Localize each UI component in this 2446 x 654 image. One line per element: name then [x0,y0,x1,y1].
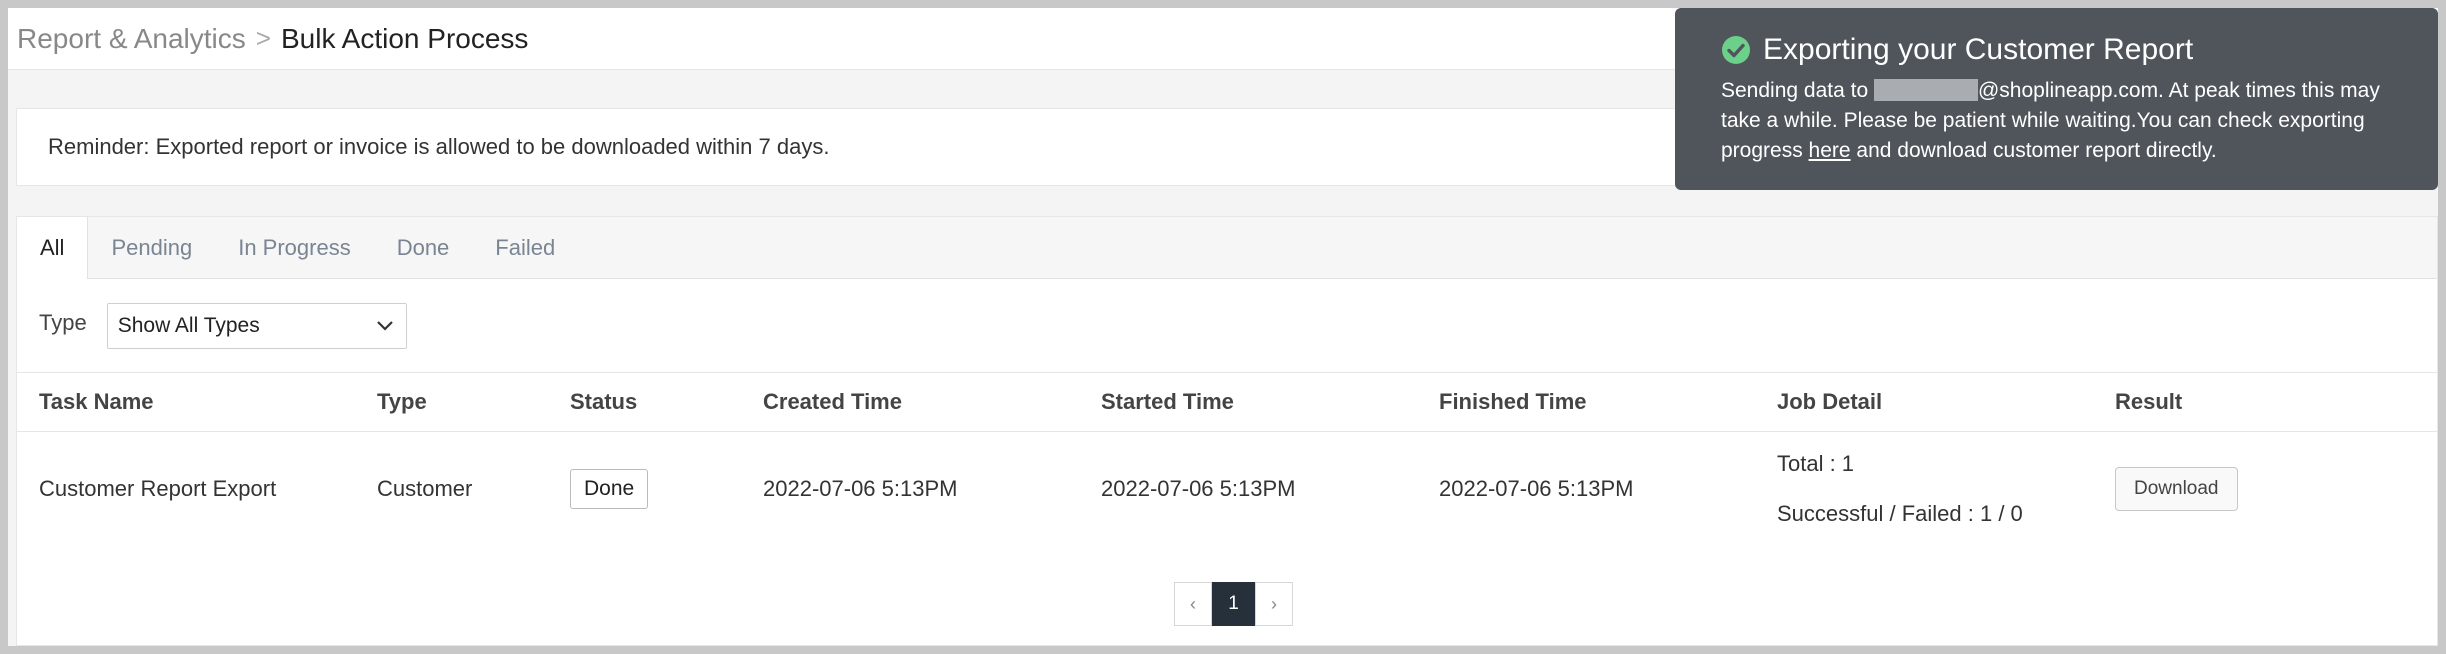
created-time-cell: 2022-07-06 5:13PM [763,476,958,502]
tab-pending[interactable]: Pending [88,217,215,278]
started-time-cell: 2022-07-06 5:13PM [1101,476,1296,502]
job-success-failed: Successful / Failed : 1 / 0 [1777,501,2023,527]
toast-title-text: Exporting your Customer Report [1763,33,2194,66]
breadcrumb-separator-icon: > [255,23,271,53]
type-select-value: Show All Types [117,313,260,337]
type-filter-label: Type [39,309,87,335]
finished-time-cell: 2022-07-06 5:13PM [1439,476,1634,502]
tab-failed[interactable]: Failed [472,217,578,278]
toast-body-suffix: and download customer report directly. [1856,139,2217,162]
filter-row: Type Show All Types [17,279,2437,373]
pagination: ‹ 1 › [1174,582,1293,626]
tab-in-progress[interactable]: In Progress [215,217,374,278]
type-cell: Customer [377,476,473,502]
column-header-type: Type [355,373,548,432]
chevron-down-icon [376,320,393,331]
toast-title: Exporting your Customer Report [1721,28,2392,72]
export-notification-toast: Exporting your Customer Report Sending d… [1675,8,2438,190]
download-button[interactable]: Download [2115,467,2238,512]
status-badge: Done [570,469,649,510]
status-cell: Done [548,431,741,547]
reminder-text: Reminder: Exported report or invoice is … [48,134,830,159]
page-number-button[interactable]: 1 [1212,582,1255,626]
toast-message: Sending data to @shoplineapp.com. At pea… [1721,76,2392,166]
table-row: Customer Report Export Customer Done 202… [17,431,2438,547]
redacted-email-block [1873,79,1978,101]
column-header-result: Result [2093,373,2438,432]
breadcrumb-parent[interactable]: Report & Analytics [17,23,246,55]
column-header-started-time: Started Time [1079,373,1417,432]
check-circle-icon [1721,35,1751,65]
column-header-status: Status [548,373,741,432]
type-select[interactable]: Show All Types [106,302,407,349]
toast-email-domain: @shoplineapp.com. [1977,79,2164,102]
result-cell: Download [2093,431,2438,547]
prev-page-button[interactable]: ‹ [1174,582,1212,626]
column-header-task-name: Task Name [17,373,355,432]
job-detail-cell: Total : 1 Successful / Failed : 1 / 0 [1755,431,2093,547]
table-header-row: Task Name Type Status Created Time Start… [17,373,2438,432]
page-title: Bulk Action Process [280,22,529,54]
task-name-cell: Customer Report Export [39,476,277,502]
export-progress-link[interactable]: here [1809,139,1851,162]
bulk-action-panel: All Pending In Progress Done Failed Type… [16,216,2438,646]
toast-body-prefix: Sending data to [1721,79,1869,102]
job-total: Total : 1 [1777,451,1855,477]
tab-done[interactable]: Done [374,217,473,278]
column-header-created-time: Created Time [741,373,1079,432]
task-table: Task Name Type Status Created Time Start… [17,373,2438,547]
column-header-job-detail: Job Detail [1755,373,2093,432]
next-page-button[interactable]: › [1255,582,1293,626]
tab-all[interactable]: All [17,217,89,279]
column-header-finished-time: Finished Time [1417,373,1755,432]
status-tabs: All Pending In Progress Done Failed [17,217,2437,279]
